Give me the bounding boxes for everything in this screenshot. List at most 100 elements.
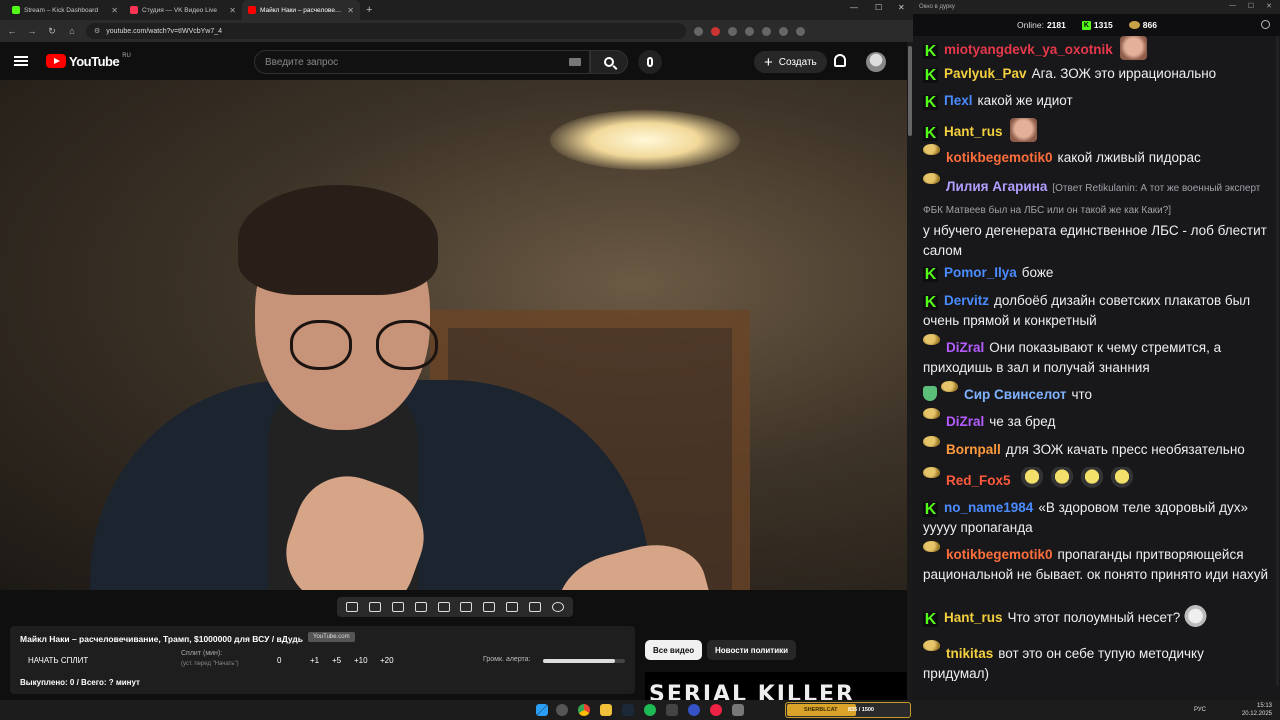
start-split-button[interactable]: НАЧАТЬ СПЛИТ <box>28 656 88 665</box>
window-close-icon[interactable]: ✕ <box>898 3 905 12</box>
thumbnail-text: SERIAL KILLER <box>649 682 855 700</box>
chrome-icon[interactable] <box>578 704 590 716</box>
chat-username[interactable]: miotyangdevk_ya_oxotnik <box>944 42 1113 57</box>
broadcast-icon[interactable] <box>369 602 382 612</box>
chat-username[interactable]: Сир Свинселот <box>964 387 1066 402</box>
chat-username[interactable]: Hant_rus <box>944 610 1003 625</box>
speed-icon[interactable] <box>483 602 496 612</box>
notifications-bell-icon[interactable] <box>834 54 846 67</box>
chip-all-videos[interactable]: Все видео <box>645 640 703 660</box>
split-option-button[interactable]: +20 <box>380 656 394 665</box>
close-icon[interactable]: ✕ <box>347 6 354 15</box>
split-option-button[interactable]: +1 <box>310 656 319 665</box>
potato-badge-icon <box>923 640 940 651</box>
youtube-wordmark: YouTube <box>69 53 120 69</box>
chat-username[interactable]: DiZral <box>946 414 984 429</box>
kick-badge-icon: K <box>923 501 938 518</box>
chat-message: kotikbegemotik0 пропаганды притворяющейся… <box>923 541 1273 585</box>
extension-icon[interactable] <box>728 26 737 36</box>
chat-username[interactable]: Dervitz <box>944 293 989 308</box>
avatar[interactable] <box>866 52 886 72</box>
chat-username[interactable]: kotikbegemotik0 <box>946 150 1053 165</box>
alert-volume-slider[interactable] <box>543 659 625 663</box>
keyboard-icon[interactable] <box>569 58 581 66</box>
extension-icon[interactable] <box>711 26 720 36</box>
chat-username[interactable]: tnikitas <box>946 646 993 661</box>
chat-settings-gear-icon[interactable] <box>1261 20 1270 29</box>
reload-icon[interactable]: ↻ <box>46 26 58 37</box>
windows-start-icon[interactable] <box>536 704 548 716</box>
close-icon[interactable]: ✕ <box>229 6 236 15</box>
screenshot-camera-icon[interactable] <box>528 602 541 612</box>
chat-username[interactable]: Лилия Агарина <box>946 179 1047 194</box>
tab-kick-dashboard[interactable]: Stream – Kick Dashboard ✕ <box>6 0 124 20</box>
spotify-icon[interactable] <box>644 704 656 716</box>
minimize-icon[interactable]: — <box>1229 2 1236 9</box>
chat-username[interactable]: Hant_rus <box>944 124 1003 139</box>
settings-gear-icon[interactable] <box>551 602 564 612</box>
chat-username[interactable]: kotikbegemotik0 <box>946 547 1053 562</box>
youtube-logo[interactable]: YouTube RU <box>46 53 131 69</box>
more-menu-icon[interactable] <box>796 26 805 36</box>
create-button[interactable]: + Создать <box>754 51 827 73</box>
video-player[interactable] <box>0 80 907 590</box>
system-clock[interactable]: 15:13 20.12.2025 <box>1242 702 1272 718</box>
kick-badge-icon: K <box>923 125 938 142</box>
close-icon[interactable]: ✕ <box>111 6 118 15</box>
window-close-icon[interactable]: ✕ <box>1266 2 1272 10</box>
chat-username[interactable]: Pomor_Ilya <box>944 265 1017 280</box>
chip-politics-news[interactable]: Новости политики <box>707 640 797 660</box>
site-info-icon[interactable]: ⚙ <box>94 27 100 35</box>
new-tab-icon[interactable]: + <box>366 4 372 16</box>
search-button[interactable] <box>590 50 628 74</box>
chat-message-text: боже <box>1021 265 1054 280</box>
chat-username[interactable]: Red_Fox5 <box>946 473 1011 488</box>
split-option-button[interactable]: +5 <box>332 656 341 665</box>
clock-date: 20.12.2025 <box>1241 711 1272 717</box>
clapper-icon[interactable] <box>414 602 427 612</box>
split-option-button[interactable]: 0 <box>277 656 281 665</box>
voice-search-button[interactable] <box>638 50 662 74</box>
forward-icon[interactable]: → <box>26 26 38 36</box>
profile-icon[interactable] <box>779 26 788 36</box>
chat-username[interactable]: Bornpall <box>946 442 1001 457</box>
chat-username[interactable]: DiZral <box>946 340 984 355</box>
split-option-button[interactable]: +10 <box>354 656 368 665</box>
home-icon[interactable]: ⌂ <box>66 26 78 36</box>
chat-username[interactable]: no_name1984 <box>944 500 1033 515</box>
tab-youtube-video[interactable]: Майкл Наки – расчеловеч... ✕ <box>242 0 360 20</box>
loop-icon[interactable] <box>346 602 359 612</box>
search-icon[interactable] <box>556 704 568 716</box>
recommended-video-thumbnail[interactable]: SERIAL KILLER <box>645 672 907 700</box>
chat-username[interactable]: Пexl <box>944 93 972 108</box>
tab-vk-studio[interactable]: Студия — VK Видео Live ✕ <box>124 0 242 20</box>
maximize-icon[interactable]: ☐ <box>875 3 882 12</box>
download-icon[interactable] <box>762 26 771 36</box>
scrollbar-thumb[interactable] <box>908 46 912 136</box>
chat-titlebar: Окно в дурку — ☐ ✕ <box>913 0 1280 14</box>
explorer-icon[interactable] <box>600 704 612 716</box>
chat-scrollbar[interactable] <box>1276 36 1279 686</box>
maximize-icon[interactable]: ☐ <box>1248 2 1254 10</box>
app-icon[interactable] <box>688 704 700 716</box>
minimize-icon[interactable]: — <box>850 3 858 12</box>
url-field[interactable]: ⚙ youtube.com/watch?v=tIWVcbYw7_4 <box>86 23 686 39</box>
views-icon[interactable] <box>391 602 404 612</box>
pepe-emote-icon <box>1017 467 1046 491</box>
app-icon[interactable] <box>732 704 744 716</box>
add-to-playlist-icon[interactable] <box>505 602 518 612</box>
steam-icon[interactable] <box>622 704 634 716</box>
miniplayer-icon[interactable] <box>437 602 450 612</box>
extension-icon[interactable] <box>745 26 754 36</box>
goal-name: SHERBLCAT <box>804 707 838 713</box>
keyboard-language[interactable]: РУС <box>1194 707 1206 713</box>
chat-username[interactable]: Pavlyuk_Pav <box>944 66 1027 81</box>
hamburger-menu-icon[interactable] <box>14 56 28 66</box>
tab-title: Stream – Kick Dashboard <box>24 6 99 14</box>
extension-icon[interactable] <box>694 26 703 36</box>
app-icon[interactable] <box>666 704 678 716</box>
app-icon[interactable] <box>710 704 722 716</box>
search-input[interactable]: Введите запрос <box>254 50 590 74</box>
back-icon[interactable]: ← <box>6 26 18 36</box>
film-icon[interactable] <box>460 602 473 612</box>
